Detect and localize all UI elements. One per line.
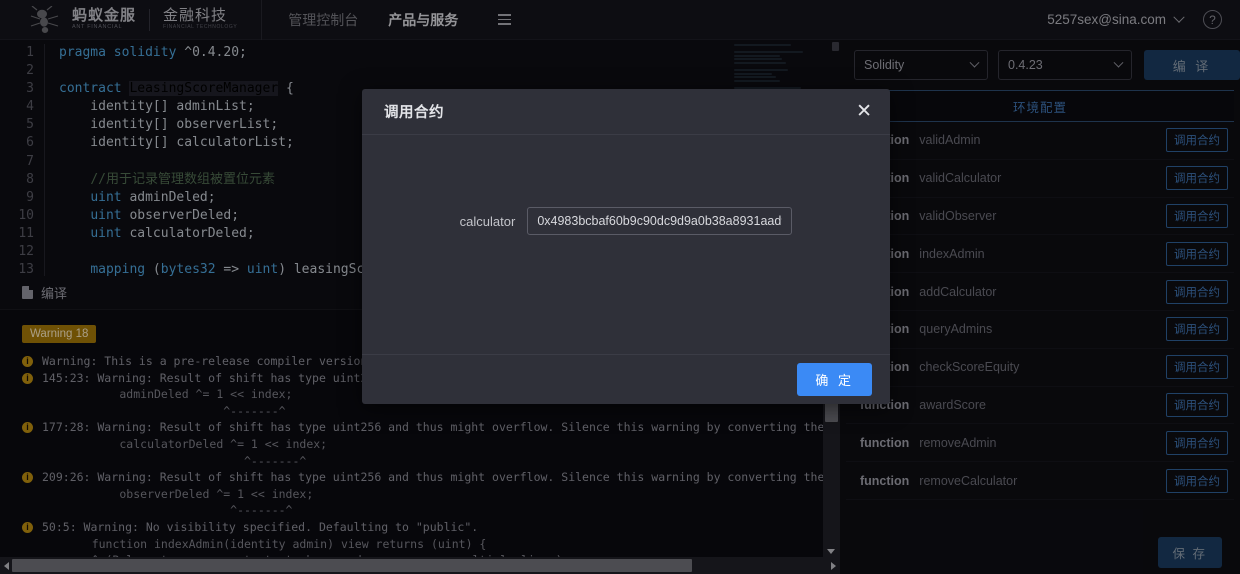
calculator-field-label: calculator	[459, 213, 516, 229]
calculator-input[interactable]	[527, 207, 793, 235]
dialog-footer: 确 定	[362, 354, 890, 404]
app-root: 蚂蚁金服 ANT FINANCIAL 金融科技 FINANCIAL TECHNO…	[0, 0, 1240, 574]
confirm-button[interactable]: 确 定	[797, 363, 872, 396]
close-icon[interactable]: ✕	[856, 102, 872, 121]
call-contract-dialog: 调用合约 ✕ calculator 确 定	[362, 89, 890, 404]
calculator-field-row: calculator	[362, 207, 890, 235]
dialog-header: 调用合约 ✕	[362, 89, 890, 135]
dialog-title: 调用合约	[384, 105, 444, 121]
dialog-body: calculator	[362, 135, 890, 354]
